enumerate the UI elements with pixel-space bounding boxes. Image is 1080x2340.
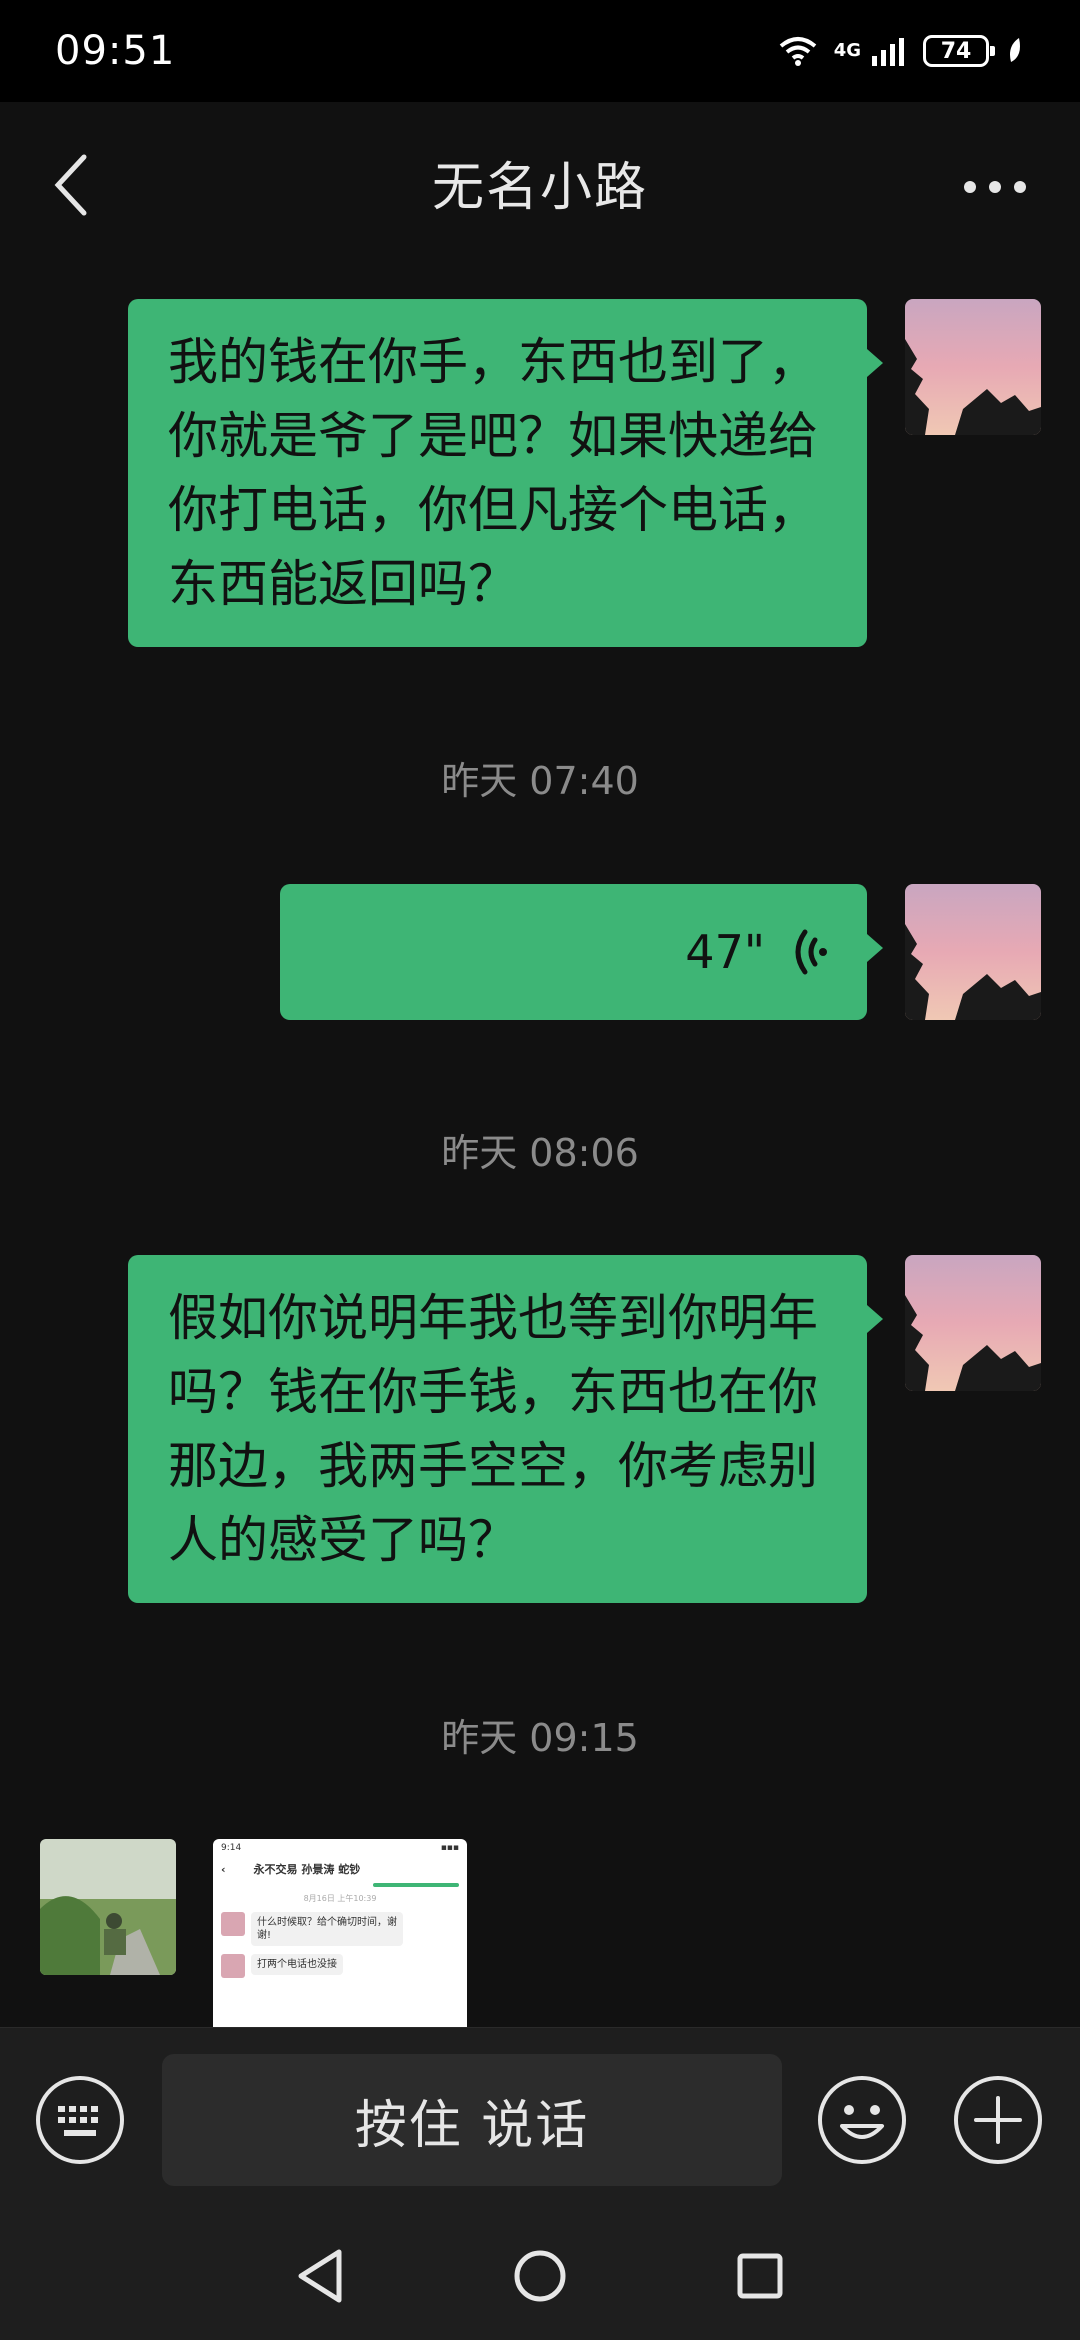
preview-date: 8月16日 上午10:39 [303, 1894, 377, 1903]
preview-msg-row: 什么时候取？给个确切时间，谢谢! [221, 1912, 459, 1946]
voice-message-bubble[interactable]: 47" [280, 884, 883, 1020]
preview-time: 9:14 [221, 1843, 242, 1853]
more-actions-button[interactable] [952, 2074, 1044, 2166]
hold-to-talk-label: 按住 说话 [354, 2095, 590, 2156]
contact-avatar[interactable] [40, 1839, 176, 1975]
preview-title: 永不交易 孙景涛 蛇钞 [253, 1863, 361, 1876]
avatar[interactable] [905, 1255, 1041, 1391]
preview-green-bar [373, 1883, 459, 1887]
emoji-icon [818, 2076, 906, 2164]
voice-duration: 47" [685, 925, 765, 979]
preview-avatar [221, 1912, 245, 1936]
preview-status: 9:14 ▪▪▪ [213, 1839, 467, 1857]
timestamp: 昨天 09:15 [441, 1716, 639, 1760]
system-navigation-bar [0, 2211, 1080, 2340]
hold-to-talk-button[interactable]: 按住 说话 [162, 2054, 782, 2186]
triangle-back-icon [298, 2249, 342, 2302]
signal-icon [872, 38, 904, 66]
message-bubble[interactable]: 我的钱在你手，东西也到了，你就是爷了是吧？如果快递给你打电话，你但凡接个电话，东… [128, 299, 883, 647]
network-type: 4G [833, 40, 861, 61]
preview-header: ‹ 永不交易 孙景涛 蛇钞 [213, 1857, 467, 1881]
preview-avatar [221, 1954, 245, 1978]
timestamp: 昨天 08:06 [441, 1131, 639, 1175]
chat-header: 无名小路 [0, 102, 1080, 262]
chat-title: 无名小路 [431, 157, 648, 218]
keyboard-toggle-button[interactable] [34, 2074, 126, 2166]
input-bar: 按住 说话 [0, 2027, 1080, 2212]
sunset-avatar-image [905, 299, 1041, 435]
image-message[interactable]: 9:14 ▪▪▪ ‹ 永不交易 孙景涛 蛇钞 8月16日 上午10:39 什么时… [213, 1839, 467, 2027]
system-back-button[interactable] [290, 2246, 350, 2306]
chevron-left-icon [54, 154, 87, 216]
sunset-avatar-image [905, 884, 1041, 1020]
status-time: 09:51 [55, 28, 176, 74]
preview-back-icon: ‹ [221, 1862, 226, 1876]
avatar[interactable] [905, 299, 1041, 435]
message-text: 假如你说明年我也等到你明年吗？钱在你手钱，东西也在你那边，我两手空空，你考虑别人… [168, 1289, 818, 1569]
avatar[interactable] [905, 884, 1041, 1020]
timestamp: 昨天 07:40 [441, 759, 639, 803]
leaf-icon [1010, 38, 1020, 62]
preview-msg-row: 打两个电话也没接 [221, 1954, 459, 1978]
more-dots-icon [964, 181, 1026, 193]
voice-wave-icon [795, 929, 827, 975]
message-text: 我的钱在你手，东西也到了，你就是爷了是吧？如果快递给你打电话，你但凡接个电话，东… [168, 333, 818, 613]
emoji-button[interactable] [816, 2074, 908, 2166]
battery-level: 74 [940, 38, 972, 64]
back-button[interactable] [50, 150, 100, 220]
circle-home-icon [514, 2250, 566, 2301]
message-bubble[interactable]: 假如你说明年我也等到你明年吗？钱在你手钱，东西也在你那边，我两手空空，你考虑别人… [128, 1255, 883, 1603]
preview-signal: ▪▪▪ [440, 1843, 459, 1853]
status-bar: 09:51 4G 74 [0, 0, 1080, 102]
sunset-avatar-image [905, 1255, 1041, 1391]
outdoor-photo-avatar [40, 1839, 176, 1975]
keyboard-icon [36, 2076, 124, 2164]
square-recent-icon [737, 2253, 783, 2298]
battery-indicator: 74 [923, 35, 995, 67]
plus-icon [954, 2076, 1042, 2164]
status-icons: 4G 74 [778, 35, 1025, 67]
preview-msg: 打两个电话也没接 [251, 1954, 343, 1975]
wifi-icon [779, 37, 816, 66]
preview-msg: 什么时候取？给个确切时间，谢谢! [251, 1912, 403, 1946]
system-recent-button[interactable] [730, 2246, 790, 2306]
chat-messages[interactable]: 我的钱在你手，东西也到了，你就是爷了是吧？如果快递给你打电话，你但凡接个电话，东… [0, 262, 1080, 2027]
system-home-button[interactable] [510, 2246, 570, 2306]
more-button[interactable] [960, 162, 1030, 212]
